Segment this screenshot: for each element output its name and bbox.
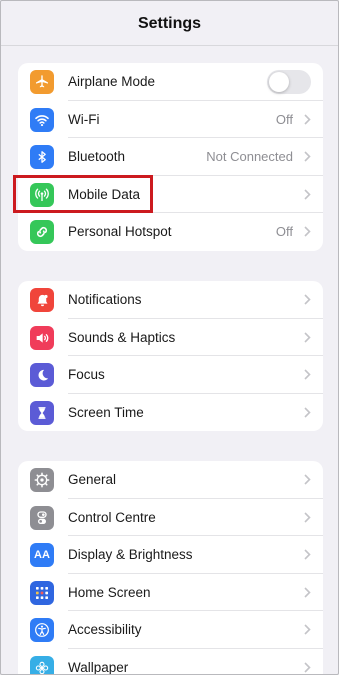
- screen-time-label: Screen Time: [68, 404, 144, 420]
- chevron-right-icon: [304, 113, 311, 125]
- gear-icon: [30, 468, 54, 492]
- wifi-row[interactable]: Wi-Fi Off: [18, 101, 323, 138]
- bell-icon: [30, 288, 54, 312]
- focus-label: Focus: [68, 367, 105, 382]
- display-brightness-label: Display & Brightness: [68, 547, 193, 562]
- general-label: General: [68, 472, 117, 487]
- chevron-right-icon: [304, 331, 311, 343]
- general-group: General Control Centre AA Display & Brig…: [18, 461, 323, 675]
- general-row[interactable]: General: [18, 461, 323, 499]
- sounds-haptics-label: Sounds & Haptics: [68, 329, 176, 345]
- wifi-label: Wi-Fi: [68, 111, 100, 127]
- chevron-right-icon: [304, 369, 311, 380]
- chevron-right-icon: [304, 511, 311, 523]
- wallpaper-row[interactable]: Wallpaper: [18, 649, 323, 675]
- mobile-data-highlight-box: [13, 175, 153, 213]
- toggles-icon: [30, 505, 54, 530]
- chevron-right-icon: [304, 406, 311, 418]
- bluetooth-status: Not Connected: [206, 149, 293, 164]
- home-screen-row[interactable]: Home Screen: [18, 574, 323, 611]
- header-divider: [1, 45, 338, 46]
- accessibility-icon: [30, 618, 54, 642]
- chevron-right-icon: [304, 294, 311, 305]
- hotspot-icon: [30, 220, 54, 244]
- control-centre-row[interactable]: Control Centre: [18, 499, 323, 536]
- chevron-right-icon: [304, 226, 311, 237]
- notifications-group: Notifications Sounds & Haptics Focus Scr…: [18, 281, 323, 431]
- accessibility-label: Accessibility: [68, 622, 142, 637]
- screen-time-row[interactable]: Screen Time: [18, 394, 323, 432]
- settings-screen: Settings Airplane Mode Wi-Fi Off Bluetoo…: [0, 0, 339, 675]
- airplane-mode-toggle[interactable]: [267, 70, 311, 94]
- sounds-haptics-row[interactable]: Sounds & Haptics: [18, 319, 323, 356]
- speaker-icon: [30, 325, 54, 350]
- wifi-status: Off: [275, 111, 293, 127]
- hotspot-status: Off: [275, 224, 293, 239]
- display-brightness-row[interactable]: AA Display & Brightness: [18, 536, 323, 574]
- hourglass-icon: [30, 400, 54, 425]
- control-centre-label: Control Centre: [68, 509, 156, 525]
- chevron-right-icon: [304, 474, 311, 485]
- text-size-icon: AA: [30, 543, 54, 567]
- app-grid-icon: [30, 580, 54, 605]
- text-size-glyph: AA: [34, 549, 50, 561]
- notifications-row[interactable]: Notifications: [18, 281, 323, 319]
- bluetooth-icon: [30, 145, 54, 169]
- chevron-right-icon: [304, 661, 311, 673]
- airplane-mode-label: Airplane Mode: [68, 74, 156, 89]
- home-screen-label: Home Screen: [68, 584, 151, 600]
- chevron-right-icon: [304, 624, 311, 635]
- airplane-icon: [30, 70, 54, 94]
- accessibility-row[interactable]: Accessibility: [18, 611, 323, 649]
- chevron-right-icon: [304, 586, 311, 598]
- wifi-icon: [30, 107, 54, 132]
- chevron-right-icon: [304, 151, 311, 162]
- notifications-label: Notifications: [68, 292, 142, 307]
- moon-icon: [30, 363, 54, 387]
- personal-hotspot-row[interactable]: Personal Hotspot Off: [18, 213, 323, 251]
- personal-hotspot-label: Personal Hotspot: [68, 224, 172, 239]
- chevron-right-icon: [304, 549, 311, 560]
- flower-icon: [30, 655, 54, 674]
- toggle-knob: [269, 72, 289, 92]
- bluetooth-row[interactable]: Bluetooth Not Connected: [18, 138, 323, 176]
- connectivity-group: Airplane Mode Wi-Fi Off Bluetooth Not Co…: [18, 63, 323, 251]
- focus-row[interactable]: Focus: [18, 356, 323, 394]
- chevron-right-icon: [304, 188, 311, 200]
- page-title: Settings: [137, 15, 202, 32]
- wallpaper-label: Wallpaper: [68, 659, 129, 675]
- bluetooth-label: Bluetooth: [68, 149, 126, 164]
- airplane-mode-row: Airplane Mode: [18, 63, 323, 101]
